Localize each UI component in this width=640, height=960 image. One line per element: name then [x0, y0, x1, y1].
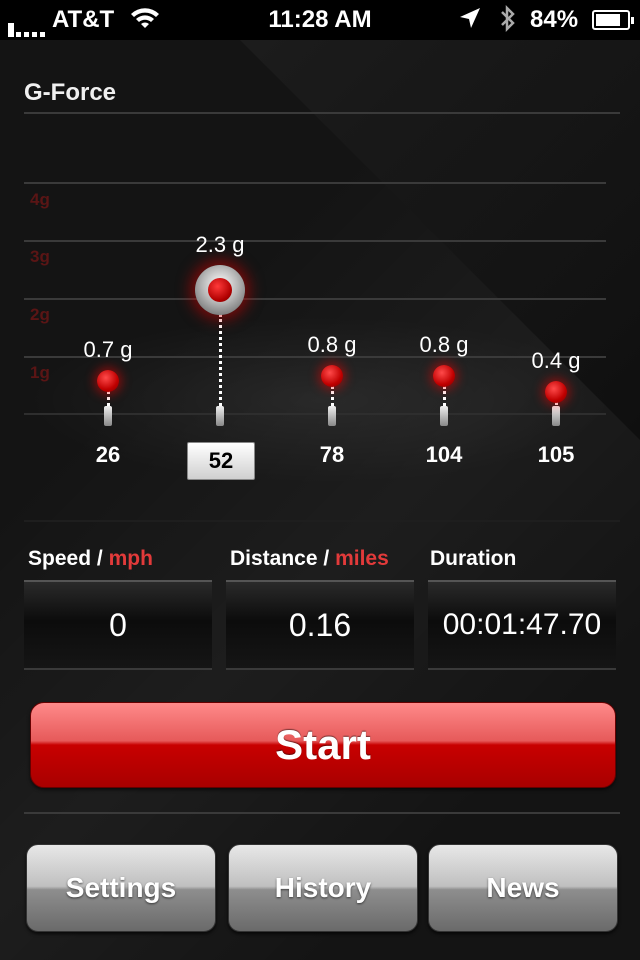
chart-gridline — [24, 298, 606, 300]
distance-unit: miles — [335, 547, 389, 570]
y-tick-label: 1g — [30, 363, 50, 382]
x-tick-label[interactable]: 104 — [384, 442, 504, 468]
y-tick-label: 4g — [30, 190, 50, 209]
value-peg — [328, 406, 336, 426]
start-button[interactable]: Start — [30, 702, 616, 788]
chart-divider — [24, 520, 620, 522]
data-value-label: 0.7 g — [83, 337, 133, 362]
data-value-label: 0.4 g — [531, 348, 581, 373]
bluetooth-icon — [498, 4, 518, 41]
news-button[interactable]: News — [428, 844, 618, 932]
history-button[interactable]: History — [228, 844, 418, 932]
speed-label: Speed / mph — [28, 547, 153, 570]
settings-button[interactable]: Settings — [26, 844, 216, 932]
bottom-divider — [24, 812, 620, 814]
x-tick-label[interactable]: 26 — [48, 442, 168, 468]
value-stem — [219, 314, 222, 406]
duration-label: Duration — [430, 547, 517, 570]
data-value-label: 2.3 g — [195, 232, 245, 257]
speed-value: 0 — [24, 580, 212, 670]
page-title: G-Force — [24, 79, 117, 106]
data-point[interactable] — [545, 381, 567, 403]
data-point[interactable] — [97, 370, 119, 392]
value-peg — [104, 406, 112, 426]
distance-value: 0.16 — [226, 580, 414, 670]
data-value-label: 0.8 g — [419, 332, 469, 357]
y-tick-label: 3g — [30, 247, 50, 266]
location-arrow-icon — [458, 6, 482, 39]
main-screen: G-Force — [0, 40, 640, 960]
value-peg — [216, 406, 224, 426]
value-peg — [552, 406, 560, 426]
battery-percent: 84% — [530, 6, 579, 33]
chart-gridline — [24, 240, 606, 242]
x-tick-label[interactable]: 78 — [272, 442, 392, 468]
status-bar: AT&T 11:28 AM 84% — [0, 0, 640, 40]
data-point[interactable] — [195, 265, 245, 315]
selected-x-label[interactable]: 52 — [187, 442, 255, 480]
duration-value: 00:01:47.70 — [428, 580, 616, 670]
battery-icon — [592, 10, 634, 30]
y-tick-label: 2g — [30, 305, 50, 324]
value-stem — [443, 386, 446, 406]
value-peg — [440, 406, 448, 426]
speed-unit: mph — [108, 547, 153, 570]
value-stem — [331, 386, 334, 406]
value-stem — [107, 391, 110, 406]
data-point[interactable] — [433, 365, 455, 387]
data-point[interactable] — [321, 365, 343, 387]
data-value-label: 0.8 g — [307, 332, 357, 357]
x-tick-label[interactable]: 105 — [496, 442, 616, 468]
chart-gridline — [24, 182, 606, 184]
distance-label: Distance / miles — [230, 547, 389, 570]
title-divider — [24, 112, 620, 114]
